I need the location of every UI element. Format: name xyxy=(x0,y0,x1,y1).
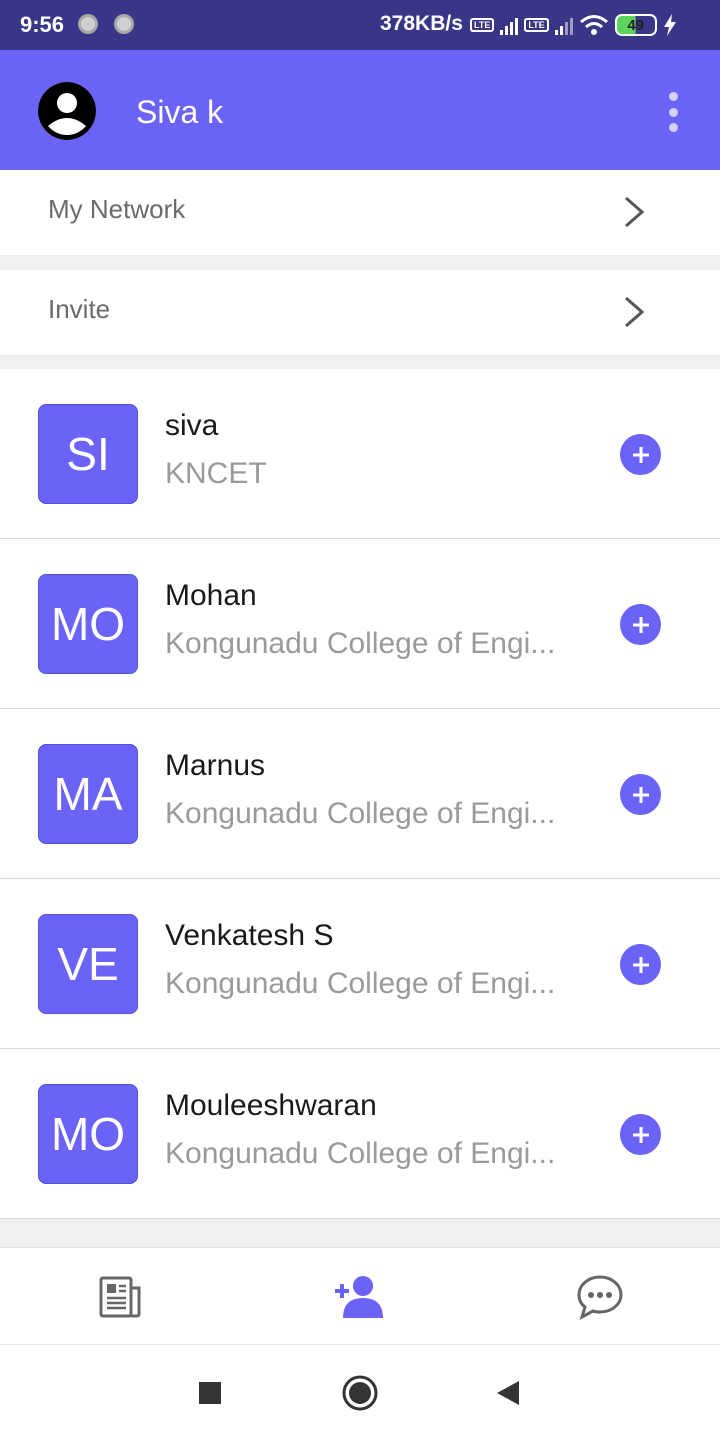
list-item[interactable]: MO Mohan Kongunadu College of Engi... xyxy=(0,539,720,709)
wifi-icon xyxy=(579,15,608,35)
volte-icon: LTE xyxy=(470,18,495,32)
add-connection-button[interactable] xyxy=(620,774,661,815)
plus-icon xyxy=(632,446,649,463)
initials-avatar: SI xyxy=(38,404,138,504)
list-end-spacer xyxy=(0,1219,720,1247)
chevron-right-icon xyxy=(625,296,645,328)
volte-icon: LTE xyxy=(524,18,549,32)
tab-network[interactable] xyxy=(335,1272,385,1322)
plus-icon xyxy=(632,956,649,973)
tab-messages[interactable] xyxy=(575,1272,625,1322)
plus-icon xyxy=(632,1126,649,1143)
my-network-row[interactable]: My Network xyxy=(0,170,720,256)
plus-icon xyxy=(632,616,649,633)
system-navigation xyxy=(0,1345,720,1440)
invite-row[interactable]: Invite xyxy=(0,270,720,356)
status-time: 9:56 xyxy=(20,12,65,37)
battery-indicator: 49 xyxy=(614,14,657,36)
more-vert-icon[interactable] xyxy=(660,90,686,134)
section-divider xyxy=(0,256,720,270)
add-person-icon xyxy=(335,1276,383,1318)
section-divider xyxy=(0,356,720,370)
person-name: Venkatesh S xyxy=(165,919,334,952)
person-organization: Kongunadu College of Engi... xyxy=(165,797,556,830)
recents-square-icon xyxy=(199,1382,221,1404)
add-connection-button[interactable] xyxy=(620,1114,661,1155)
list-item[interactable]: MO Mouleeshwaran Kongunadu College of En… xyxy=(0,1049,720,1219)
back-button[interactable] xyxy=(488,1373,528,1413)
person-organization: Kongunadu College of Engi... xyxy=(165,1137,556,1170)
back-triangle-icon xyxy=(497,1381,519,1405)
home-button[interactable] xyxy=(340,1373,380,1413)
charging-bolt-icon xyxy=(663,14,676,36)
list-item[interactable]: MA Marnus Kongunadu College of Engi... xyxy=(0,709,720,879)
initials-avatar: MA xyxy=(38,744,138,844)
person-name: Mohan xyxy=(165,579,257,612)
signal-icon xyxy=(500,15,519,35)
app-bar: Siva k xyxy=(0,50,720,170)
signal-icon xyxy=(554,15,573,35)
home-circle-icon xyxy=(342,1375,378,1411)
page-title: Siva k xyxy=(136,94,224,130)
add-connection-button[interactable] xyxy=(620,604,661,645)
notification-dot-icon xyxy=(114,14,134,34)
initials-avatar: MO xyxy=(38,1084,138,1184)
newspaper-icon xyxy=(99,1276,141,1318)
person-name: Mouleeshwaran xyxy=(165,1089,377,1122)
list-item[interactable]: SI siva KNCET xyxy=(0,369,720,539)
network-speed: 378KB/s xyxy=(380,12,463,35)
person-name: siva xyxy=(165,409,219,442)
tab-feed[interactable] xyxy=(95,1272,145,1322)
status-bar: 9:56 378KB/s LTE LTE 49 xyxy=(0,0,720,50)
person-organization: KNCET xyxy=(165,457,267,490)
account-circle-icon[interactable] xyxy=(38,82,96,140)
list-item[interactable]: VE Venkatesh S Kongunadu College of Engi… xyxy=(0,879,720,1049)
person-name: Marnus xyxy=(165,749,266,782)
add-connection-button[interactable] xyxy=(620,434,661,475)
add-connection-button[interactable] xyxy=(620,944,661,985)
chevron-right-icon xyxy=(625,196,645,228)
invite-label: Invite xyxy=(48,294,111,324)
chat-bubble-icon xyxy=(577,1275,623,1320)
initials-avatar: MO xyxy=(38,574,138,674)
initials-avatar: VE xyxy=(38,914,138,1014)
recents-button[interactable] xyxy=(190,1373,230,1413)
bottom-navigation xyxy=(0,1247,720,1345)
person-organization: Kongunadu College of Engi... xyxy=(165,967,556,1000)
my-network-label: My Network xyxy=(48,194,186,224)
notification-dot-icon xyxy=(78,14,98,34)
status-icons: LTE LTE 49 xyxy=(470,10,677,40)
plus-icon xyxy=(632,786,649,803)
person-organization: Kongunadu College of Engi... xyxy=(165,627,556,660)
